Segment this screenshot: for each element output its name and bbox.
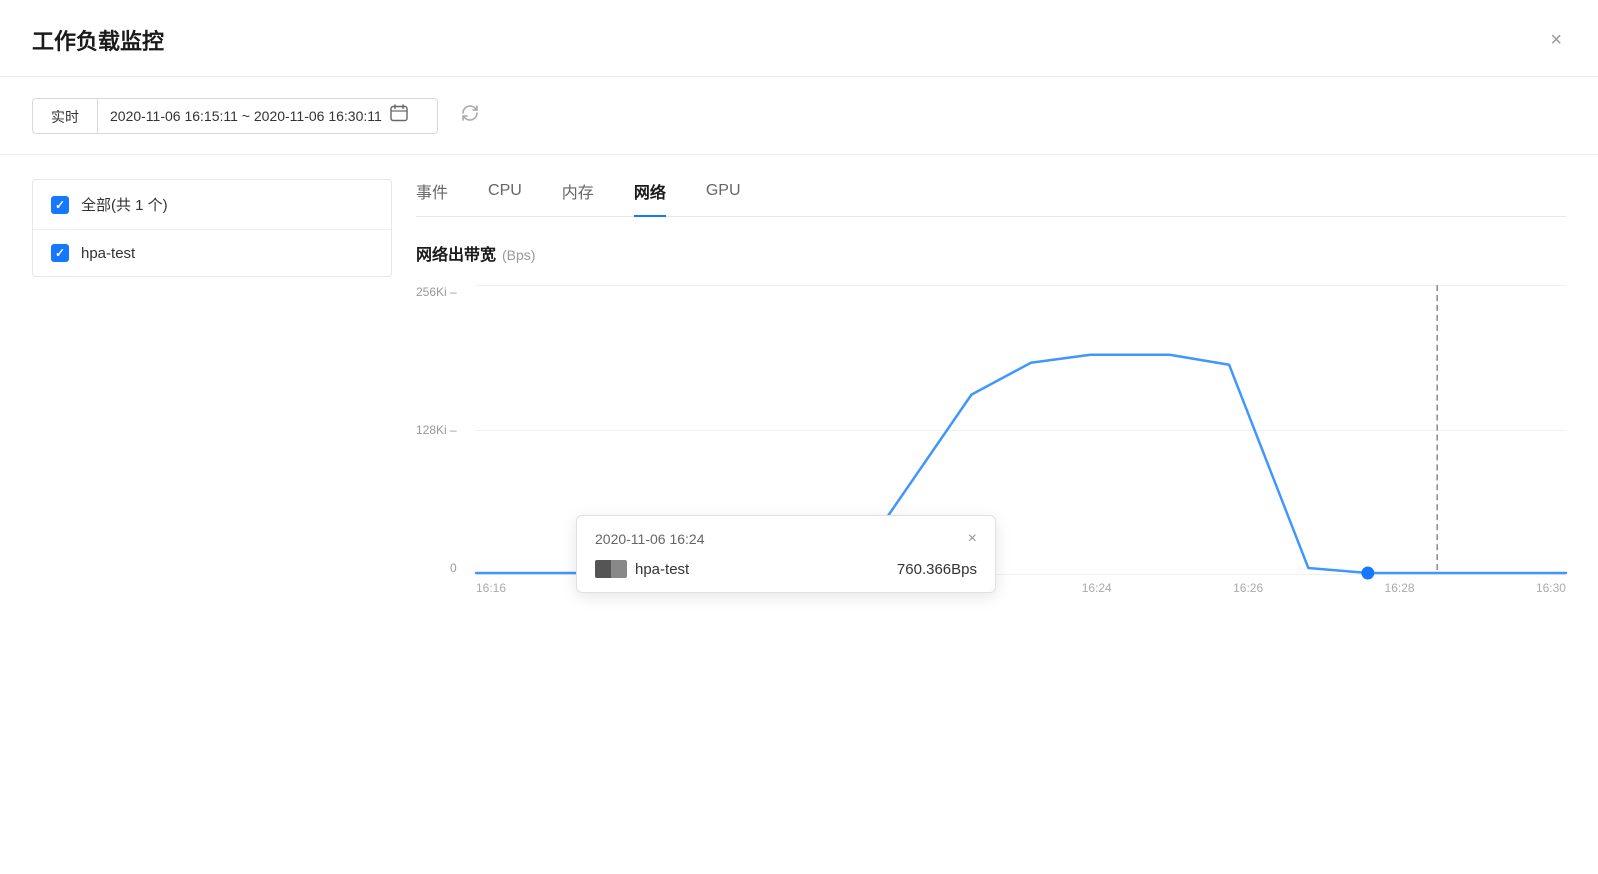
realtime-button[interactable]: 实时 xyxy=(32,98,98,134)
tooltip-series-name: hpa-test xyxy=(635,561,689,578)
time-range-text: 2020-11-06 16:15:11 ~ 2020-11-06 16:30:1… xyxy=(110,108,382,124)
chart-area: 2020-11-06 16:24 × hpa-test 760.366Bps xyxy=(476,285,1566,575)
tab-cpu[interactable]: CPU xyxy=(488,182,522,214)
tab-memory[interactable]: 内存 xyxy=(562,179,594,217)
tab-events[interactable]: 事件 xyxy=(416,179,448,217)
y-label-128: 128Ki – xyxy=(416,423,457,437)
close-button[interactable]: × xyxy=(1546,26,1566,54)
chart-title: 网络出带宽(Bps) xyxy=(416,241,1566,265)
modal-title: 工作负载监控 xyxy=(32,24,164,56)
data-point xyxy=(1362,567,1374,579)
tooltip-time: 2020-11-06 16:24 xyxy=(595,531,705,547)
checkbox-hpa-test[interactable] xyxy=(51,244,69,262)
sidebar: 全部(共 1 个) hpa-test xyxy=(32,179,392,277)
time-range-input[interactable]: 2020-11-06 16:15:11 ~ 2020-11-06 16:30:1… xyxy=(98,98,438,134)
x-label-7: 16:28 xyxy=(1385,581,1415,595)
content-area: 全部(共 1 个) hpa-test 事件 CPU 内存 网络 GPU 网络出带… xyxy=(0,155,1598,629)
y-axis: 256Ki – 128Ki – 0 xyxy=(416,285,465,575)
tooltip: 2020-11-06 16:24 × hpa-test 760.366Bps xyxy=(576,515,996,593)
chart-wrapper: 256Ki – 128Ki – 0 xyxy=(476,285,1566,605)
tab-gpu[interactable]: GPU xyxy=(706,182,741,214)
tooltip-header: 2020-11-06 16:24 × xyxy=(595,530,977,548)
y-label-256: 256Ki – xyxy=(416,285,457,299)
sidebar-item-all-label: 全部(共 1 个) xyxy=(81,194,168,215)
sidebar-item-all[interactable]: 全部(共 1 个) xyxy=(33,180,391,230)
modal-header: 工作负载监控 × xyxy=(0,0,1598,77)
tooltip-legend: hpa-test xyxy=(595,560,689,578)
calendar-icon xyxy=(390,104,408,127)
x-label-1: 16:16 xyxy=(476,581,506,595)
sidebar-item-hpa-test[interactable]: hpa-test xyxy=(33,230,391,276)
y-label-0: 0 xyxy=(450,561,457,575)
modal-container: 工作负载监控 × 实时 2020-11-06 16:15:11 ~ 2020-1… xyxy=(0,0,1598,874)
main-panel: 事件 CPU 内存 网络 GPU 网络出带宽(Bps) 256Ki – 128K… xyxy=(416,179,1566,605)
checkbox-all[interactable] xyxy=(51,196,69,214)
x-label-6: 16:26 xyxy=(1233,581,1263,595)
tooltip-row: hpa-test 760.366Bps xyxy=(595,560,977,578)
tooltip-close-button[interactable]: × xyxy=(968,530,977,548)
refresh-button[interactable] xyxy=(454,97,486,134)
x-label-5: 16:24 xyxy=(1082,581,1112,595)
toolbar: 实时 2020-11-06 16:15:11 ~ 2020-11-06 16:3… xyxy=(0,77,1598,155)
x-label-8: 16:30 xyxy=(1536,581,1566,595)
sidebar-item-hpa-test-label: hpa-test xyxy=(81,245,135,262)
tab-network[interactable]: 网络 xyxy=(634,179,666,217)
tabs: 事件 CPU 内存 网络 GPU xyxy=(416,179,1566,217)
legend-icon xyxy=(595,560,627,578)
tooltip-series-value: 760.366Bps xyxy=(897,561,977,578)
